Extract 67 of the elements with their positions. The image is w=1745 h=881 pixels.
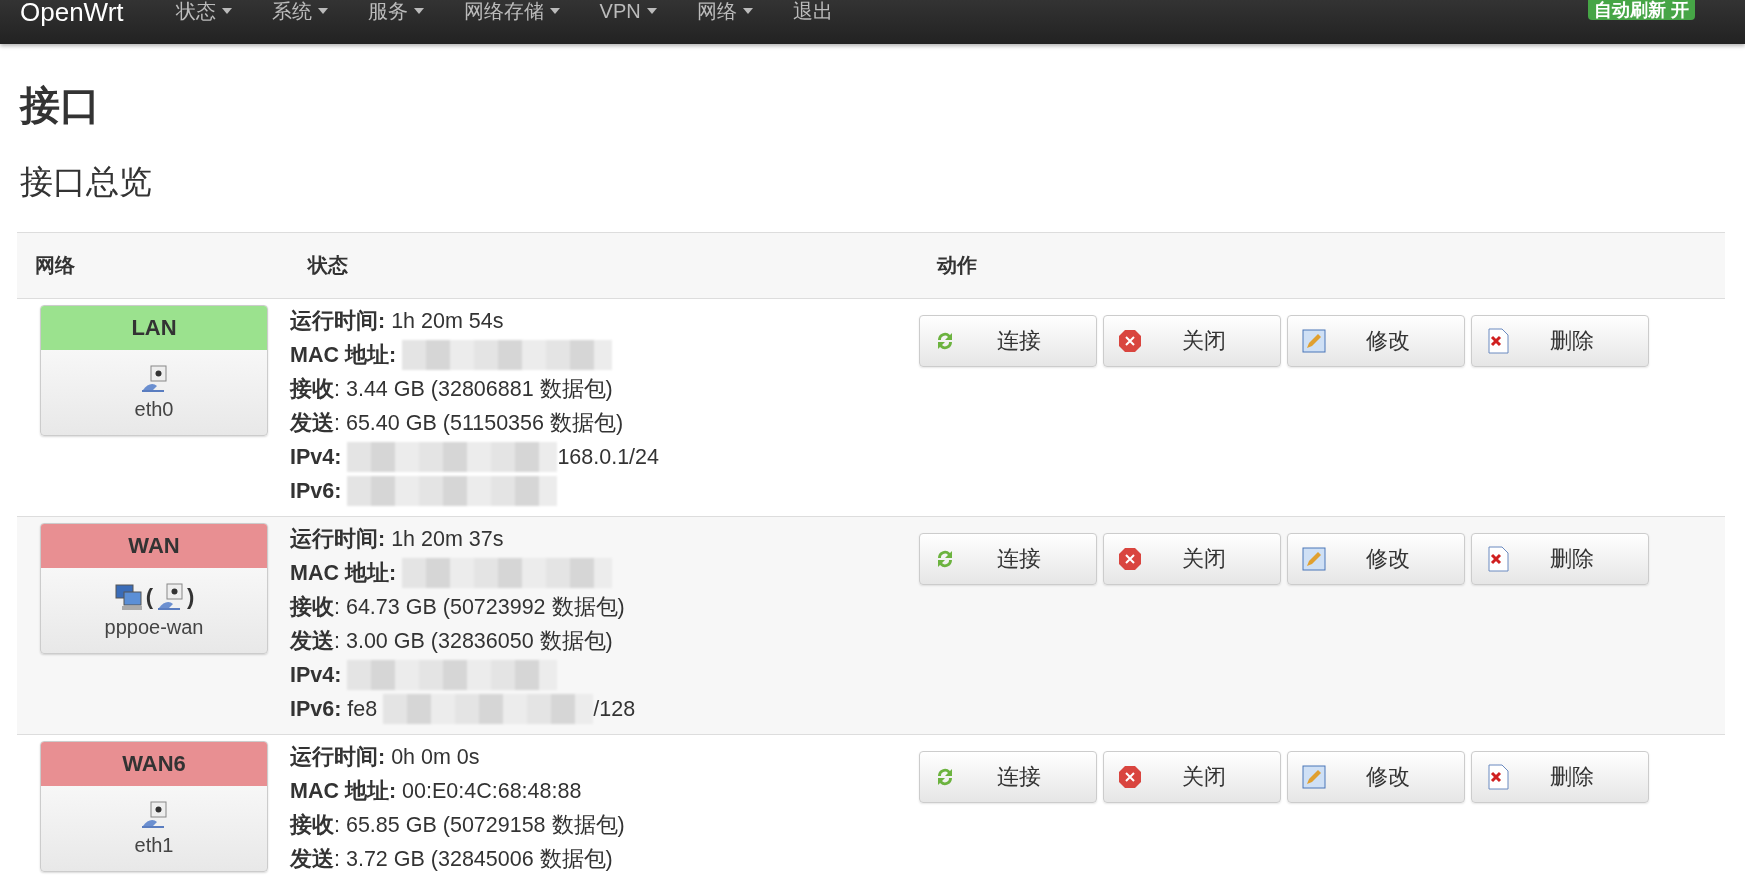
device-name: pppoe-wan <box>104 616 204 639</box>
network-port-icon <box>155 582 185 612</box>
edit-button[interactable]: 修改 <box>1287 315 1465 367</box>
device-name: eth1 <box>134 834 174 857</box>
stop-icon <box>1118 765 1142 789</box>
network-port-icon <box>139 800 169 830</box>
connect-button[interactable]: 连接 <box>919 315 1097 367</box>
delete-icon <box>1486 546 1510 572</box>
status-line: 接收: 65.85 GB (50729158 数据包) <box>290 812 625 839</box>
caret-icon <box>413 8 424 14</box>
delete-button[interactable]: 删除 <box>1471 315 1649 367</box>
status-line: IPv6: <box>290 478 342 505</box>
stop-button[interactable]: 关闭 <box>1103 751 1281 803</box>
caret-icon <box>742 8 753 14</box>
nav-menu[interactable]: 系统 <box>271 0 328 22</box>
interface-name: WAN <box>41 524 267 568</box>
interface-name: LAN <box>41 306 267 350</box>
status-line: MAC 地址: 00:E0:4C:68:48:88 <box>290 778 582 805</box>
nav-menu[interactable]: 状态 <box>175 0 232 22</box>
stop-button[interactable]: 关闭 <box>1103 533 1281 585</box>
status-line: IPv4: <box>290 444 342 471</box>
edit-icon <box>1302 765 1326 789</box>
stop-icon <box>1118 329 1142 353</box>
edit-icon <box>1302 329 1326 353</box>
edit-icon <box>1302 547 1326 571</box>
status-line: IPv6: fe8 <box>290 696 378 723</box>
status-line: 运行时间: 1h 20m 37s <box>290 526 504 553</box>
status-value: 168.0.1/24 <box>557 444 659 471</box>
status-line: 发送: 3.72 GB (32845006 数据包) <box>290 846 613 873</box>
delete-icon <box>1486 764 1510 790</box>
device-name: eth0 <box>134 398 174 421</box>
stop-button[interactable]: 关闭 <box>1103 315 1281 367</box>
status-line: 运行时间: 0h 0m 0s <box>290 744 480 771</box>
status-line: 接收: 3.44 GB (32806881 数据包) <box>290 376 613 403</box>
connect-button[interactable]: 连接 <box>919 533 1097 585</box>
brand-logo[interactable]: OpenWrt <box>20 0 124 24</box>
status-line: MAC 地址: <box>290 342 397 369</box>
network-port-icon <box>139 364 169 394</box>
paren-text: ) <box>187 584 195 610</box>
delete-button[interactable]: 删除 <box>1471 533 1649 585</box>
stop-icon <box>1118 547 1142 571</box>
computers-icon <box>113 582 144 612</box>
nav-menu[interactable]: VPN <box>599 0 657 22</box>
nav-menu[interactable]: 网络存储 <box>463 0 560 22</box>
status-value: /128 <box>593 696 636 723</box>
edit-button[interactable]: 修改 <box>1287 533 1465 585</box>
delete-button[interactable]: 删除 <box>1471 751 1649 803</box>
status-line: 运行时间: 1h 20m 54s <box>290 308 504 335</box>
caret-icon <box>646 8 657 14</box>
section-title: 接口总览 <box>20 162 153 202</box>
nav-menu[interactable]: 网络 <box>696 0 753 22</box>
connect-button[interactable]: 连接 <box>919 751 1097 803</box>
caret-icon <box>221 8 232 14</box>
status-line: IPv4: <box>290 662 342 689</box>
delete-icon <box>1486 328 1510 354</box>
status-line: 接收: 64.73 GB (50723992 数据包) <box>290 594 625 621</box>
caret-icon <box>549 8 560 14</box>
status-line: 发送: 3.00 GB (32836050 数据包) <box>290 628 613 655</box>
logout-link[interactable]: 退出 <box>792 0 833 22</box>
interface-name: WAN6 <box>41 742 267 786</box>
status-line: 发送: 65.40 GB (51150356 数据包) <box>290 410 624 437</box>
edit-button[interactable]: 修改 <box>1287 751 1465 803</box>
paren-text: ( <box>145 584 153 610</box>
page-title: 接口 <box>20 82 101 129</box>
nav-menu[interactable]: 服务 <box>367 0 424 22</box>
caret-icon <box>317 8 328 14</box>
status-line: MAC 地址: <box>290 560 397 587</box>
